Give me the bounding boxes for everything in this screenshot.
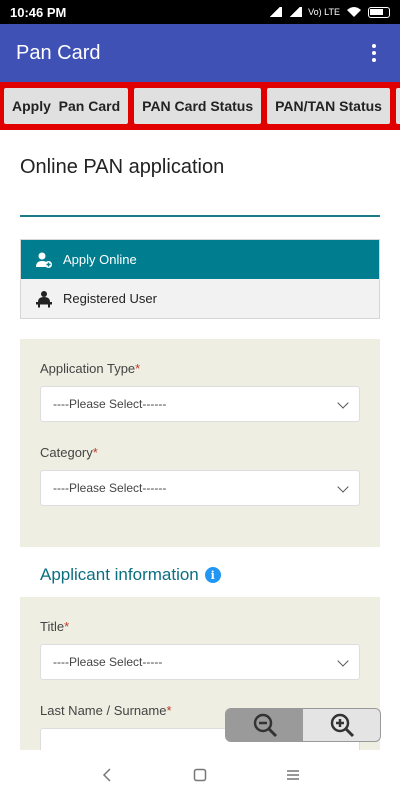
nav-item-label: Registered User: [63, 291, 157, 306]
status-bar: 10:46 PM Vo) LTE: [0, 0, 400, 24]
category-label: Category*: [40, 445, 98, 460]
system-navigation-bar: [0, 750, 400, 800]
title-divider: [20, 215, 380, 217]
home-icon: [193, 768, 207, 782]
home-button[interactable]: [180, 755, 220, 795]
tab-strip: Apply Pan Card PAN Card Status PAN/TAN S…: [0, 82, 400, 130]
battery-icon: [368, 6, 390, 18]
status-icons: Vo) LTE: [268, 6, 390, 18]
back-button[interactable]: [87, 755, 127, 795]
app-bar: Pan Card: [0, 24, 400, 82]
signal-icon: [268, 7, 283, 17]
wifi-icon: [347, 7, 361, 17]
nav-item-apply-online[interactable]: Apply Online: [21, 240, 379, 279]
application-type-select[interactable]: ----Please Select------: [40, 386, 360, 422]
zoom-out-icon: [253, 713, 277, 738]
nav-item-label: Apply Online: [63, 252, 137, 267]
category-select[interactable]: ----Please Select------: [40, 470, 360, 506]
applicant-info-heading: Applicant information i: [40, 565, 221, 585]
zoom-out-button[interactable]: [226, 709, 303, 741]
status-time: 10:46 PM: [10, 4, 67, 20]
user-desk-icon: [35, 290, 53, 308]
zoom-in-button[interactable]: [303, 709, 380, 741]
application-type-label: Application Type*: [40, 361, 141, 376]
signal-icon-2: [288, 7, 303, 17]
chevron-down-icon: [337, 655, 349, 667]
title-select[interactable]: ----Please Select-----: [40, 644, 360, 680]
application-mode-menu: Apply Online Registered User: [20, 239, 380, 319]
back-icon: [102, 768, 111, 782]
main-content: Online PAN application Apply Online Regi…: [0, 130, 400, 750]
tab-pan-tan-status[interactable]: PAN/TAN Status: [267, 88, 390, 124]
application-details-section: Application Type* ----Please Select-----…: [20, 339, 380, 547]
zoom-control: [225, 708, 381, 742]
info-icon[interactable]: i: [204, 567, 221, 583]
chevron-down-icon: [337, 397, 349, 409]
page-title: Online PAN application: [20, 156, 225, 178]
last-name-label: Last Name / Surname*: [40, 703, 172, 718]
tab-apply-pan-card[interactable]: Apply Pan Card: [4, 88, 129, 124]
chevron-down-icon: [337, 481, 349, 493]
recents-button[interactable]: [273, 755, 313, 795]
tab-pan-card-status[interactable]: PAN Card Status: [134, 88, 262, 124]
add-person-icon: [35, 251, 53, 269]
zoom-in-icon: [330, 713, 354, 738]
overflow-menu-icon[interactable]: [364, 38, 384, 68]
menu-icon: [287, 770, 300, 780]
nav-item-registered-user[interactable]: Registered User: [21, 279, 379, 318]
title-label: Title*: [40, 619, 70, 634]
tab-more[interactable]: P: [395, 88, 400, 124]
network-type-label: Vo) LTE: [308, 7, 340, 17]
app-title: Pan Card: [16, 41, 101, 64]
